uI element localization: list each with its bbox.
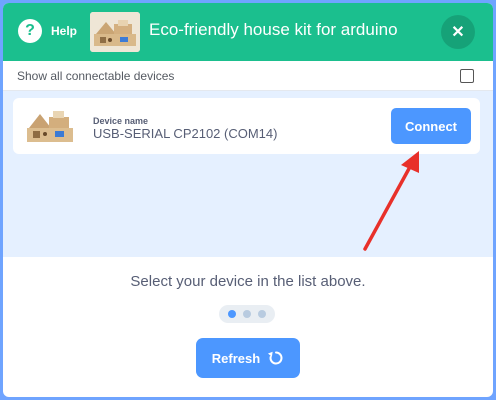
dialog-header: ? Help Eco-friendly house kit for arduin… — [3, 3, 493, 61]
device-thumbnail — [23, 104, 77, 148]
help-label[interactable]: Help — [51, 24, 77, 38]
connection-dialog: ? Help Eco-friendly house kit for arduin… — [3, 3, 493, 397]
close-icon: ✕ — [451, 24, 465, 41]
refresh-icon — [268, 350, 284, 366]
select-device-prompt: Select your device in the list above. — [130, 273, 366, 290]
help-icon[interactable]: ? — [18, 19, 42, 43]
device-list: Device name USB-SERIAL CP2102 (COM14) Co… — [3, 91, 493, 257]
device-name-caption: Device name — [93, 116, 149, 126]
close-button[interactable]: ✕ — [441, 15, 475, 49]
dialog-title: Eco-friendly house kit for arduino — [149, 20, 398, 39]
step-dot — [257, 310, 266, 318]
show-all-devices-checkbox[interactable] — [460, 69, 474, 83]
device-list-item: Device name USB-SERIAL CP2102 (COM14) Co… — [13, 98, 480, 154]
step-dot — [228, 310, 237, 318]
house-kit-thumbnail — [90, 12, 140, 52]
show-all-devices-label: Show all connectable devices — [17, 69, 175, 83]
device-name-value: USB-SERIAL CP2102 (COM14) — [93, 126, 278, 141]
refresh-label: Refresh — [211, 350, 261, 366]
step-dot — [242, 310, 251, 318]
show-all-option-row: Show all connectable devices — [3, 61, 493, 91]
refresh-button[interactable]: Refresh — [196, 338, 300, 378]
connect-button[interactable]: Connect — [391, 108, 471, 144]
step-indicator — [219, 305, 275, 323]
